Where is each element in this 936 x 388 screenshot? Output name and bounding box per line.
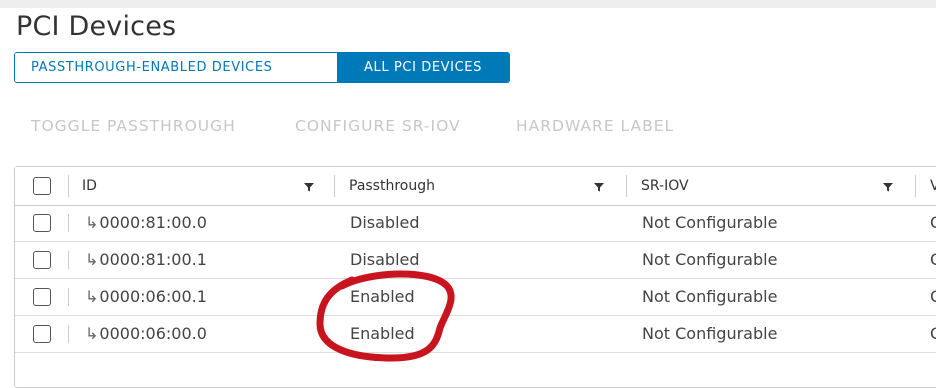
row-checkbox[interactable] bbox=[33, 214, 51, 232]
child-arrow-icon: ↳ bbox=[85, 250, 99, 269]
tab-passthrough-enabled-devices[interactable]: PASSTHROUGH-ENABLED DEVICES bbox=[15, 53, 337, 82]
passthrough-status: Enabled bbox=[350, 324, 415, 343]
table-row[interactable]: ↳0000:81:00.1 Disabled Not Configurable … bbox=[15, 242, 936, 279]
action-bar: TOGGLE PASSTHROUGH CONFIGURE SR-IOV HARD… bbox=[31, 117, 674, 135]
row-separator bbox=[68, 288, 69, 306]
child-arrow-icon: ↳ bbox=[85, 287, 99, 306]
sriov-status: Not Configurable bbox=[642, 250, 778, 269]
device-id: 0000:06:00.1 bbox=[99, 287, 207, 306]
column-separator bbox=[68, 175, 69, 197]
filter-icon[interactable] bbox=[882, 181, 894, 193]
device-id-cell: ↳0000:06:00.0 bbox=[85, 316, 207, 352]
view-toggle: PASSTHROUGH-ENABLED DEVICES ALL PCI DEVI… bbox=[14, 52, 510, 83]
column-separator bbox=[334, 175, 335, 197]
device-id-cell: ↳0000:06:00.1 bbox=[85, 279, 207, 315]
device-id: 0000:06:00.0 bbox=[99, 324, 207, 343]
configure-sriov-button[interactable]: CONFIGURE SR-IOV bbox=[295, 117, 516, 135]
device-id: 0000:81:00.1 bbox=[99, 250, 207, 269]
truncated-cell: C bbox=[930, 324, 936, 343]
column-header-v[interactable]: V bbox=[930, 167, 936, 205]
column-separator bbox=[626, 175, 627, 197]
device-id-cell: ↳0000:81:00.0 bbox=[85, 205, 207, 241]
top-strip bbox=[0, 0, 936, 8]
passthrough-status: Disabled bbox=[350, 213, 420, 232]
grid-header: ID Passthrough SR-IOV V bbox=[15, 167, 936, 206]
row-checkbox[interactable] bbox=[33, 251, 51, 269]
page-title: PCI Devices bbox=[16, 11, 177, 42]
table-row[interactable]: ↳0000:06:00.0 Enabled Not Configurable C bbox=[15, 316, 936, 353]
pci-devices-grid: ID Passthrough SR-IOV V ↳0000:81:00.0 Di… bbox=[14, 166, 936, 388]
table-row[interactable]: ↳0000:06:00.1 Enabled Not Configurable C bbox=[15, 279, 936, 316]
filter-icon[interactable] bbox=[593, 181, 605, 193]
toggle-passthrough-button[interactable]: TOGGLE PASSTHROUGH bbox=[31, 117, 295, 135]
row-separator bbox=[68, 325, 69, 343]
child-arrow-icon: ↳ bbox=[85, 213, 99, 232]
row-checkbox[interactable] bbox=[33, 288, 51, 306]
passthrough-status: Enabled bbox=[350, 287, 415, 306]
column-header-id[interactable]: ID bbox=[82, 167, 97, 205]
truncated-cell: C bbox=[930, 287, 936, 306]
sriov-status: Not Configurable bbox=[642, 324, 778, 343]
sriov-status: Not Configurable bbox=[642, 287, 778, 306]
column-separator bbox=[915, 175, 916, 197]
device-id: 0000:81:00.0 bbox=[99, 213, 207, 232]
row-separator bbox=[68, 214, 69, 232]
select-all-checkbox[interactable] bbox=[33, 177, 51, 195]
truncated-cell: C bbox=[930, 213, 936, 232]
column-header-passthrough[interactable]: Passthrough bbox=[349, 167, 435, 205]
device-id-cell: ↳0000:81:00.1 bbox=[85, 242, 207, 278]
row-separator bbox=[68, 251, 69, 269]
child-arrow-icon: ↳ bbox=[85, 324, 99, 343]
filter-icon[interactable] bbox=[303, 181, 315, 193]
table-row[interactable]: ↳0000:81:00.0 Disabled Not Configurable … bbox=[15, 205, 936, 242]
truncated-cell: C bbox=[930, 250, 936, 269]
tab-all-pci-devices[interactable]: ALL PCI DEVICES bbox=[337, 53, 509, 82]
passthrough-status: Disabled bbox=[350, 250, 420, 269]
sriov-status: Not Configurable bbox=[642, 213, 778, 232]
row-checkbox[interactable] bbox=[33, 325, 51, 343]
column-header-sriov[interactable]: SR-IOV bbox=[641, 167, 689, 205]
hardware-label-button[interactable]: HARDWARE LABEL bbox=[516, 117, 674, 135]
